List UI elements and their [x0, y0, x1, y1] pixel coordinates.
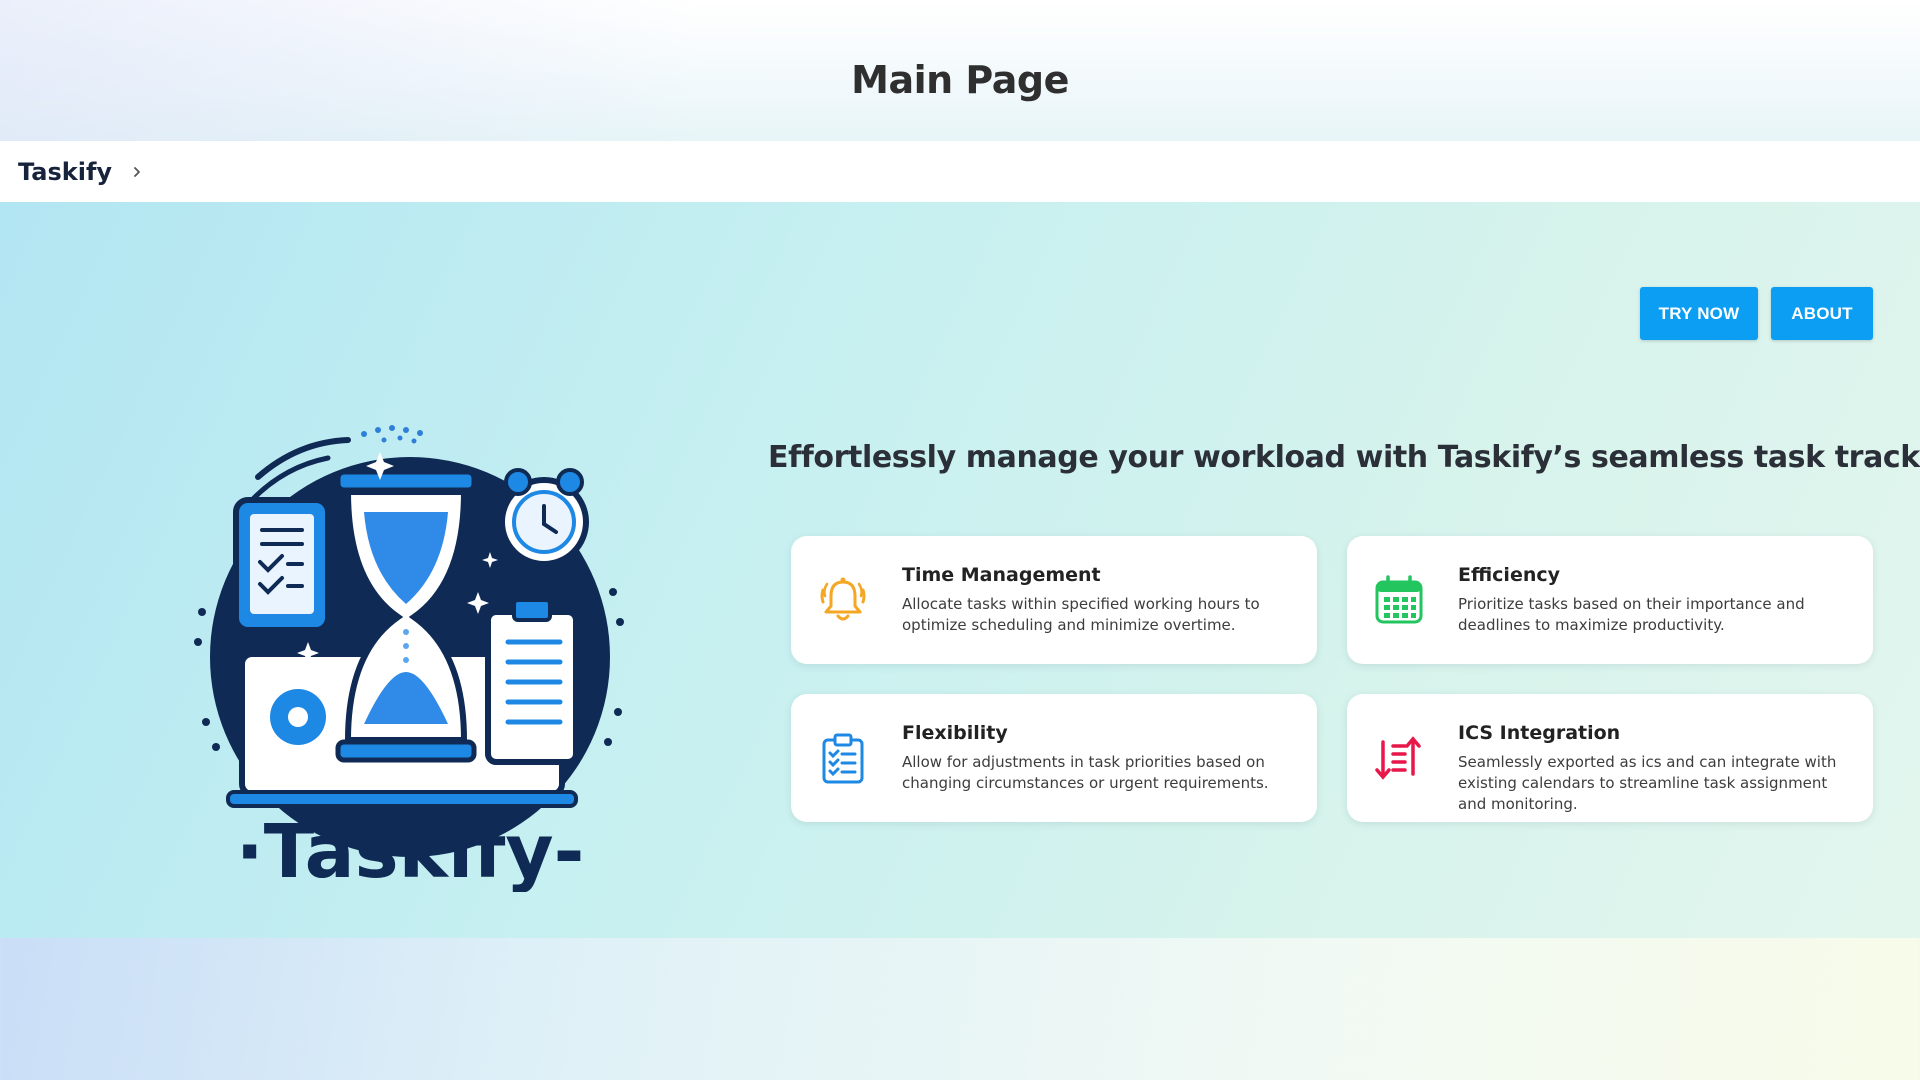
feature-title: ICS Integration — [1458, 722, 1621, 744]
hourglass-logo-icon: ·Taskify- — [194, 425, 624, 895]
feature-title: Flexibility — [902, 722, 1008, 744]
about-button[interactable]: ABOUT — [1771, 287, 1873, 340]
clipboard-icon — [815, 730, 871, 786]
taskify-logo: ·Taskify- — [188, 422, 648, 895]
feature-card-flexibility: Flexibility Allow for adjustments in tas… — [791, 694, 1317, 822]
calendar-icon — [1371, 572, 1427, 628]
feature-description: Seamlessly exported as ics and can integ… — [1458, 753, 1837, 813]
feature-description: Allow for adjustments in task priorities… — [902, 753, 1269, 792]
hero-headline: Effortlessly manage your workload with T… — [768, 440, 1920, 475]
logo-wordmark: ·Taskify- — [236, 809, 585, 892]
bell-icon — [815, 572, 871, 628]
feature-card-efficiency: Efficiency Prioritize tasks based on the… — [1347, 536, 1873, 664]
feature-description: Prioritize tasks based on their importan… — [1458, 595, 1805, 634]
feature-card-ics-integration: ICS Integration Seamlessly exported as i… — [1347, 694, 1873, 822]
sort-list-icon — [1371, 730, 1427, 786]
try-now-button[interactable]: TRY NOW — [1640, 287, 1758, 340]
feature-card-time-management: Time Management Allocate tasks within sp… — [791, 536, 1317, 664]
feature-description: Allocate tasks within specified working … — [902, 595, 1260, 634]
feature-title: Efficiency — [1458, 564, 1561, 586]
chevron-right-icon — [130, 165, 144, 179]
breadcrumb: Taskify — [0, 141, 1920, 202]
feature-title: Time Management — [902, 564, 1101, 586]
breadcrumb-brand-link[interactable]: Taskify — [18, 158, 112, 186]
hero-actions: TRY NOW ABOUT — [1640, 287, 1873, 340]
hero-section: TRY NOW ABOUT ·Taskify- Effortlessly man… — [0, 202, 1920, 938]
page-title: Main Page — [851, 58, 1069, 102]
